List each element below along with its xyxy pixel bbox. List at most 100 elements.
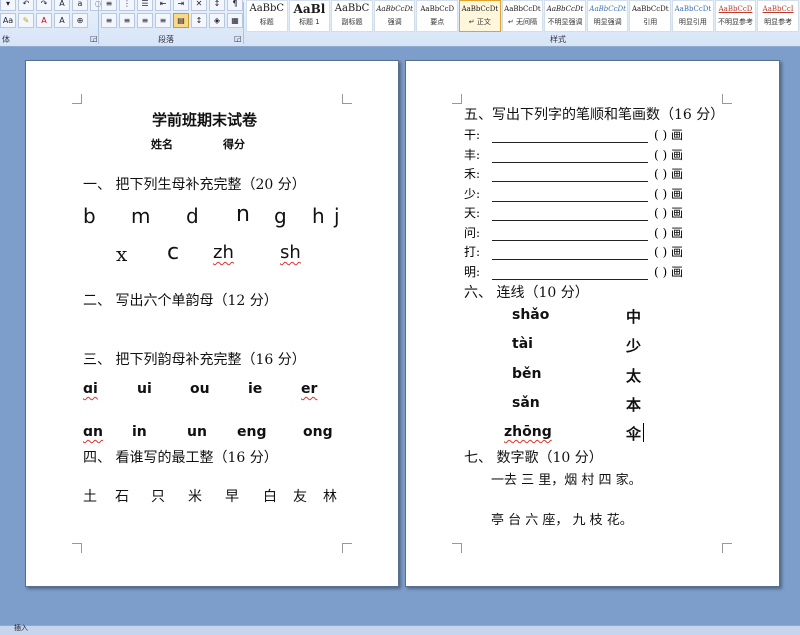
- practice-char: 白: [263, 489, 277, 505]
- match-hanzi: 少: [626, 337, 642, 355]
- style-preview: AaBbCcDt: [461, 5, 499, 13]
- style-preview: AaBbC: [249, 3, 285, 14]
- final-item: in: [132, 424, 147, 440]
- style-tile[interactable]: AaBbCcD 要点: [416, 0, 459, 32]
- initial-letter: c: [167, 240, 180, 265]
- shading-icon[interactable]: ◈: [209, 13, 225, 28]
- redo-icon[interactable]: ↷: [36, 0, 52, 11]
- practice-char: 只: [151, 489, 165, 505]
- font-color-icon[interactable]: A: [36, 13, 52, 28]
- align-center-icon[interactable]: ≡: [119, 13, 135, 28]
- stroke-count-blank: ( ) 画: [654, 148, 683, 162]
- section-3-heading: 三、 把下列韵母补充完整（16 分）: [83, 352, 306, 368]
- style-tile[interactable]: AaBl 标题 1: [288, 0, 331, 32]
- decrease-indent-icon[interactable]: ⇤: [155, 0, 171, 11]
- styles-gallery: AaBbC 标题 AaBl 标题 1 AaBbC 副标题 AaBbCcDt 强调 AaBbCcD…: [246, 0, 800, 32]
- practice-char: 米: [188, 489, 202, 505]
- stroke-row: 干: ( ) 画: [464, 125, 683, 143]
- divider: [243, 2, 244, 44]
- match-pinyin: sǎn: [512, 395, 540, 411]
- style-tile[interactable]: AaBbC 副标题: [331, 0, 373, 32]
- shrink-font-icon[interactable]: a: [72, 0, 88, 11]
- distributed-icon[interactable]: ▤: [173, 13, 189, 28]
- style-preview: AaBbCcI: [762, 5, 794, 13]
- stroke-row: 天: ( ) 画: [464, 203, 683, 221]
- style-name: ↵ 正文: [468, 18, 491, 26]
- ribbon: ▾ ↶ ↷ A a ◌ Aa ✎ A A ⊕ ≡ ⋮ ☰ ⇤ ⇥ ✕ ↕ ¶ ≡…: [0, 0, 800, 47]
- style-name: 明显参考: [764, 18, 793, 26]
- stroke-count-blank: ( ) 画: [654, 128, 683, 142]
- change-case-button[interactable]: Aa: [0, 13, 16, 28]
- highlight-color-icon[interactable]: ✎: [18, 13, 34, 28]
- style-tile[interactable]: AaBbCcDt 不明显强调: [544, 0, 586, 32]
- margin-corner-mark: [72, 94, 82, 104]
- style-preview: AaBl: [293, 2, 326, 16]
- style-name: 标题 1: [299, 18, 320, 26]
- margin-corner-mark: [72, 543, 82, 553]
- increase-indent-icon[interactable]: ⇥: [173, 0, 189, 11]
- margin-corner-mark: [342, 543, 352, 553]
- initial-letter: g: [274, 204, 287, 228]
- style-tile[interactable]: AaBbCcDt 引用: [629, 0, 672, 32]
- style-tile[interactable]: AaBbCcDt ↵ 正文: [459, 0, 501, 32]
- match-hanzi: 太: [626, 367, 642, 385]
- final-item: ong: [303, 424, 333, 440]
- document-page-right[interactable]: 五、写出下列字的笔顺和笔画数（16 分） 干: ( ) 画 丰: ( ) 画 禾: (…: [405, 60, 780, 587]
- borders-icon[interactable]: ▦: [227, 13, 243, 28]
- initial-letter: h: [312, 204, 325, 228]
- multilevel-list-icon[interactable]: ☰: [137, 0, 153, 11]
- divider: [98, 2, 99, 44]
- sort-icon[interactable]: ↕: [209, 0, 225, 11]
- initial-letter: n: [236, 202, 250, 227]
- stroke-answer-line: [492, 228, 648, 241]
- stroke-count-blank: ( ) 画: [654, 265, 683, 279]
- final-item: eng: [237, 424, 267, 440]
- align-left-icon[interactable]: ≡: [101, 13, 117, 28]
- style-name: 要点: [430, 18, 445, 26]
- stroke-count-blank: ( ) 画: [654, 226, 683, 240]
- practice-char: 林: [323, 489, 337, 505]
- style-name: 标题: [259, 18, 274, 26]
- justify-icon[interactable]: ≡: [155, 13, 171, 28]
- font-group-label: 体: [2, 35, 10, 44]
- final-item: ou: [190, 381, 210, 397]
- match-hanzi: 伞: [626, 425, 642, 443]
- show-marks-icon[interactable]: ¶: [227, 0, 243, 11]
- grow-font-icon[interactable]: A: [54, 0, 70, 11]
- font-toolbar-row2: Aa ✎ A A ⊕: [0, 13, 88, 28]
- style-name: 副标题: [341, 18, 363, 26]
- style-name: 强调: [387, 18, 402, 26]
- undo-icon[interactable]: ↶: [18, 0, 34, 11]
- style-tile[interactable]: AaBbCcDt 强调: [373, 0, 416, 32]
- practice-char: 土: [83, 489, 97, 505]
- status-mode[interactable]: 插入: [14, 623, 28, 633]
- numbering-icon[interactable]: ⋮: [119, 0, 135, 11]
- style-tile[interactable]: AaBbCcD 不明显参考: [714, 0, 757, 32]
- stroke-answer-line: [492, 130, 648, 143]
- document-page-left[interactable]: 学前班期末试卷 姓名 得分 一、 把下列生母补充完整（20 分） b m d n…: [25, 60, 399, 587]
- initial-letter: x: [116, 242, 128, 266]
- style-tile[interactable]: AaBbCcDt 明显强调: [586, 0, 629, 32]
- chinese-layout-icon[interactable]: ✕: [191, 0, 207, 11]
- style-preview: AaBbC: [334, 3, 370, 14]
- section-5-heading: 五、写出下列字的笔顺和笔画数（16 分）: [464, 107, 725, 123]
- exam-title: 学前班期末试卷: [152, 111, 258, 129]
- char-shading-icon[interactable]: A: [54, 13, 70, 28]
- align-right-icon[interactable]: ≡: [137, 13, 153, 28]
- style-tile[interactable]: AaBbC 标题: [246, 0, 288, 32]
- paragraph-dialog-launcher-icon[interactable]: ◲: [234, 34, 242, 43]
- style-tile[interactable]: AaBbCcI 明显参考: [757, 0, 799, 32]
- font-dialog-launcher-icon[interactable]: ◲: [90, 34, 98, 43]
- stroke-char: 天:: [464, 206, 481, 220]
- style-preview: AaBbCcDt: [632, 5, 669, 13]
- font-size-dropdown[interactable]: ▾: [0, 0, 16, 11]
- style-tile[interactable]: AaBbCcDt 明显引用: [672, 0, 714, 32]
- style-tile[interactable]: AaBbCcDt ↵ 无间隔: [501, 0, 544, 32]
- line-spacing-icon[interactable]: ↕: [191, 13, 207, 28]
- initial-letter: d: [186, 204, 199, 228]
- stroke-answer-line: [492, 247, 648, 260]
- stroke-char: 打:: [464, 245, 481, 259]
- poem-line-1: 一去 三 里，烟 村 四 家。: [491, 473, 642, 488]
- bullets-icon[interactable]: ≡: [101, 0, 117, 11]
- enclose-char-icon[interactable]: ⊕: [72, 13, 88, 28]
